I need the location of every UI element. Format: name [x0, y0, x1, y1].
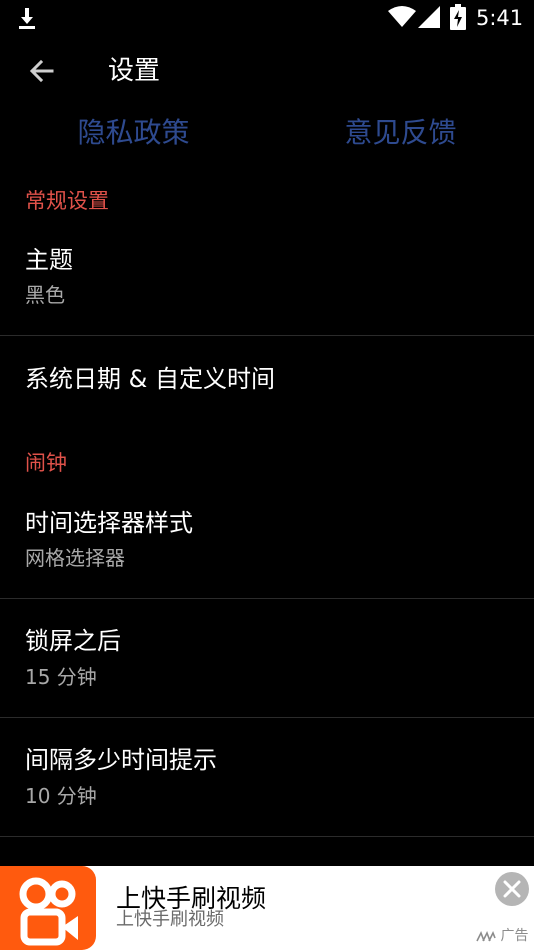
toolbar: 设置 [0, 38, 534, 104]
feedback-link[interactable]: 意见反馈 [267, 108, 534, 158]
page-title: 设置 [108, 56, 161, 86]
setting-time-picker[interactable]: 时间选择器样式 网格选择器 [0, 500, 534, 597]
download-icon [19, 8, 35, 29]
settings-screen: 5:41 设置 隐私政策 意见反馈 常规设置 主题 黑色 系统日期 & 自定义时… [0, 0, 534, 950]
ad-banner[interactable]: 上快手刷视频 上快手刷视频 广告 [0, 866, 534, 950]
setting-time-picker-title: 时间选择器样式 [25, 509, 193, 537]
setting-interval-title: 间隔多少时间提示 [25, 746, 217, 774]
wifi-icon [388, 6, 416, 27]
close-icon[interactable] [495, 872, 529, 906]
setting-interval[interactable]: 间隔多少时间提示 10 分钟 [0, 718, 534, 835]
setting-interval-value: 10 分钟 [25, 784, 97, 808]
status-bar: 5:41 [0, 0, 534, 38]
setting-after-lock-title: 锁屏之后 [25, 627, 121, 655]
ad-subtitle: 上快手刷视频 [116, 909, 224, 930]
status-time: 5:41 [476, 6, 524, 30]
battery-charging-icon [450, 4, 466, 30]
setting-system-date-title: 系统日期 & 自定义时间 [25, 365, 275, 393]
setting-theme-value: 黑色 [25, 283, 65, 307]
setting-after-lock-value: 15 分钟 [25, 665, 97, 689]
top-links: 隐私政策 意见反馈 [0, 108, 534, 158]
arrow-left-icon[interactable] [26, 55, 58, 87]
setting-time-picker-value: 网格选择器 [25, 546, 125, 570]
ad-brand-icon [476, 931, 496, 942]
privacy-policy-link[interactable]: 隐私政策 [0, 108, 267, 158]
section-header-general: 常规设置 [25, 189, 109, 213]
setting-theme-title: 主题 [25, 246, 73, 274]
signal-icon [418, 6, 440, 28]
ad-mark-label: 广告 [500, 928, 529, 944]
divider [0, 836, 534, 837]
setting-theme[interactable]: 主题 黑色 [0, 236, 534, 334]
kuaishou-logo-icon [0, 866, 96, 950]
section-header-alarm: 闹钟 [25, 451, 67, 475]
ad-mark: 广告 [476, 926, 528, 946]
setting-system-date[interactable]: 系统日期 & 自定义时间 [0, 336, 534, 426]
setting-after-lock[interactable]: 锁屏之后 15 分钟 [0, 599, 534, 716]
